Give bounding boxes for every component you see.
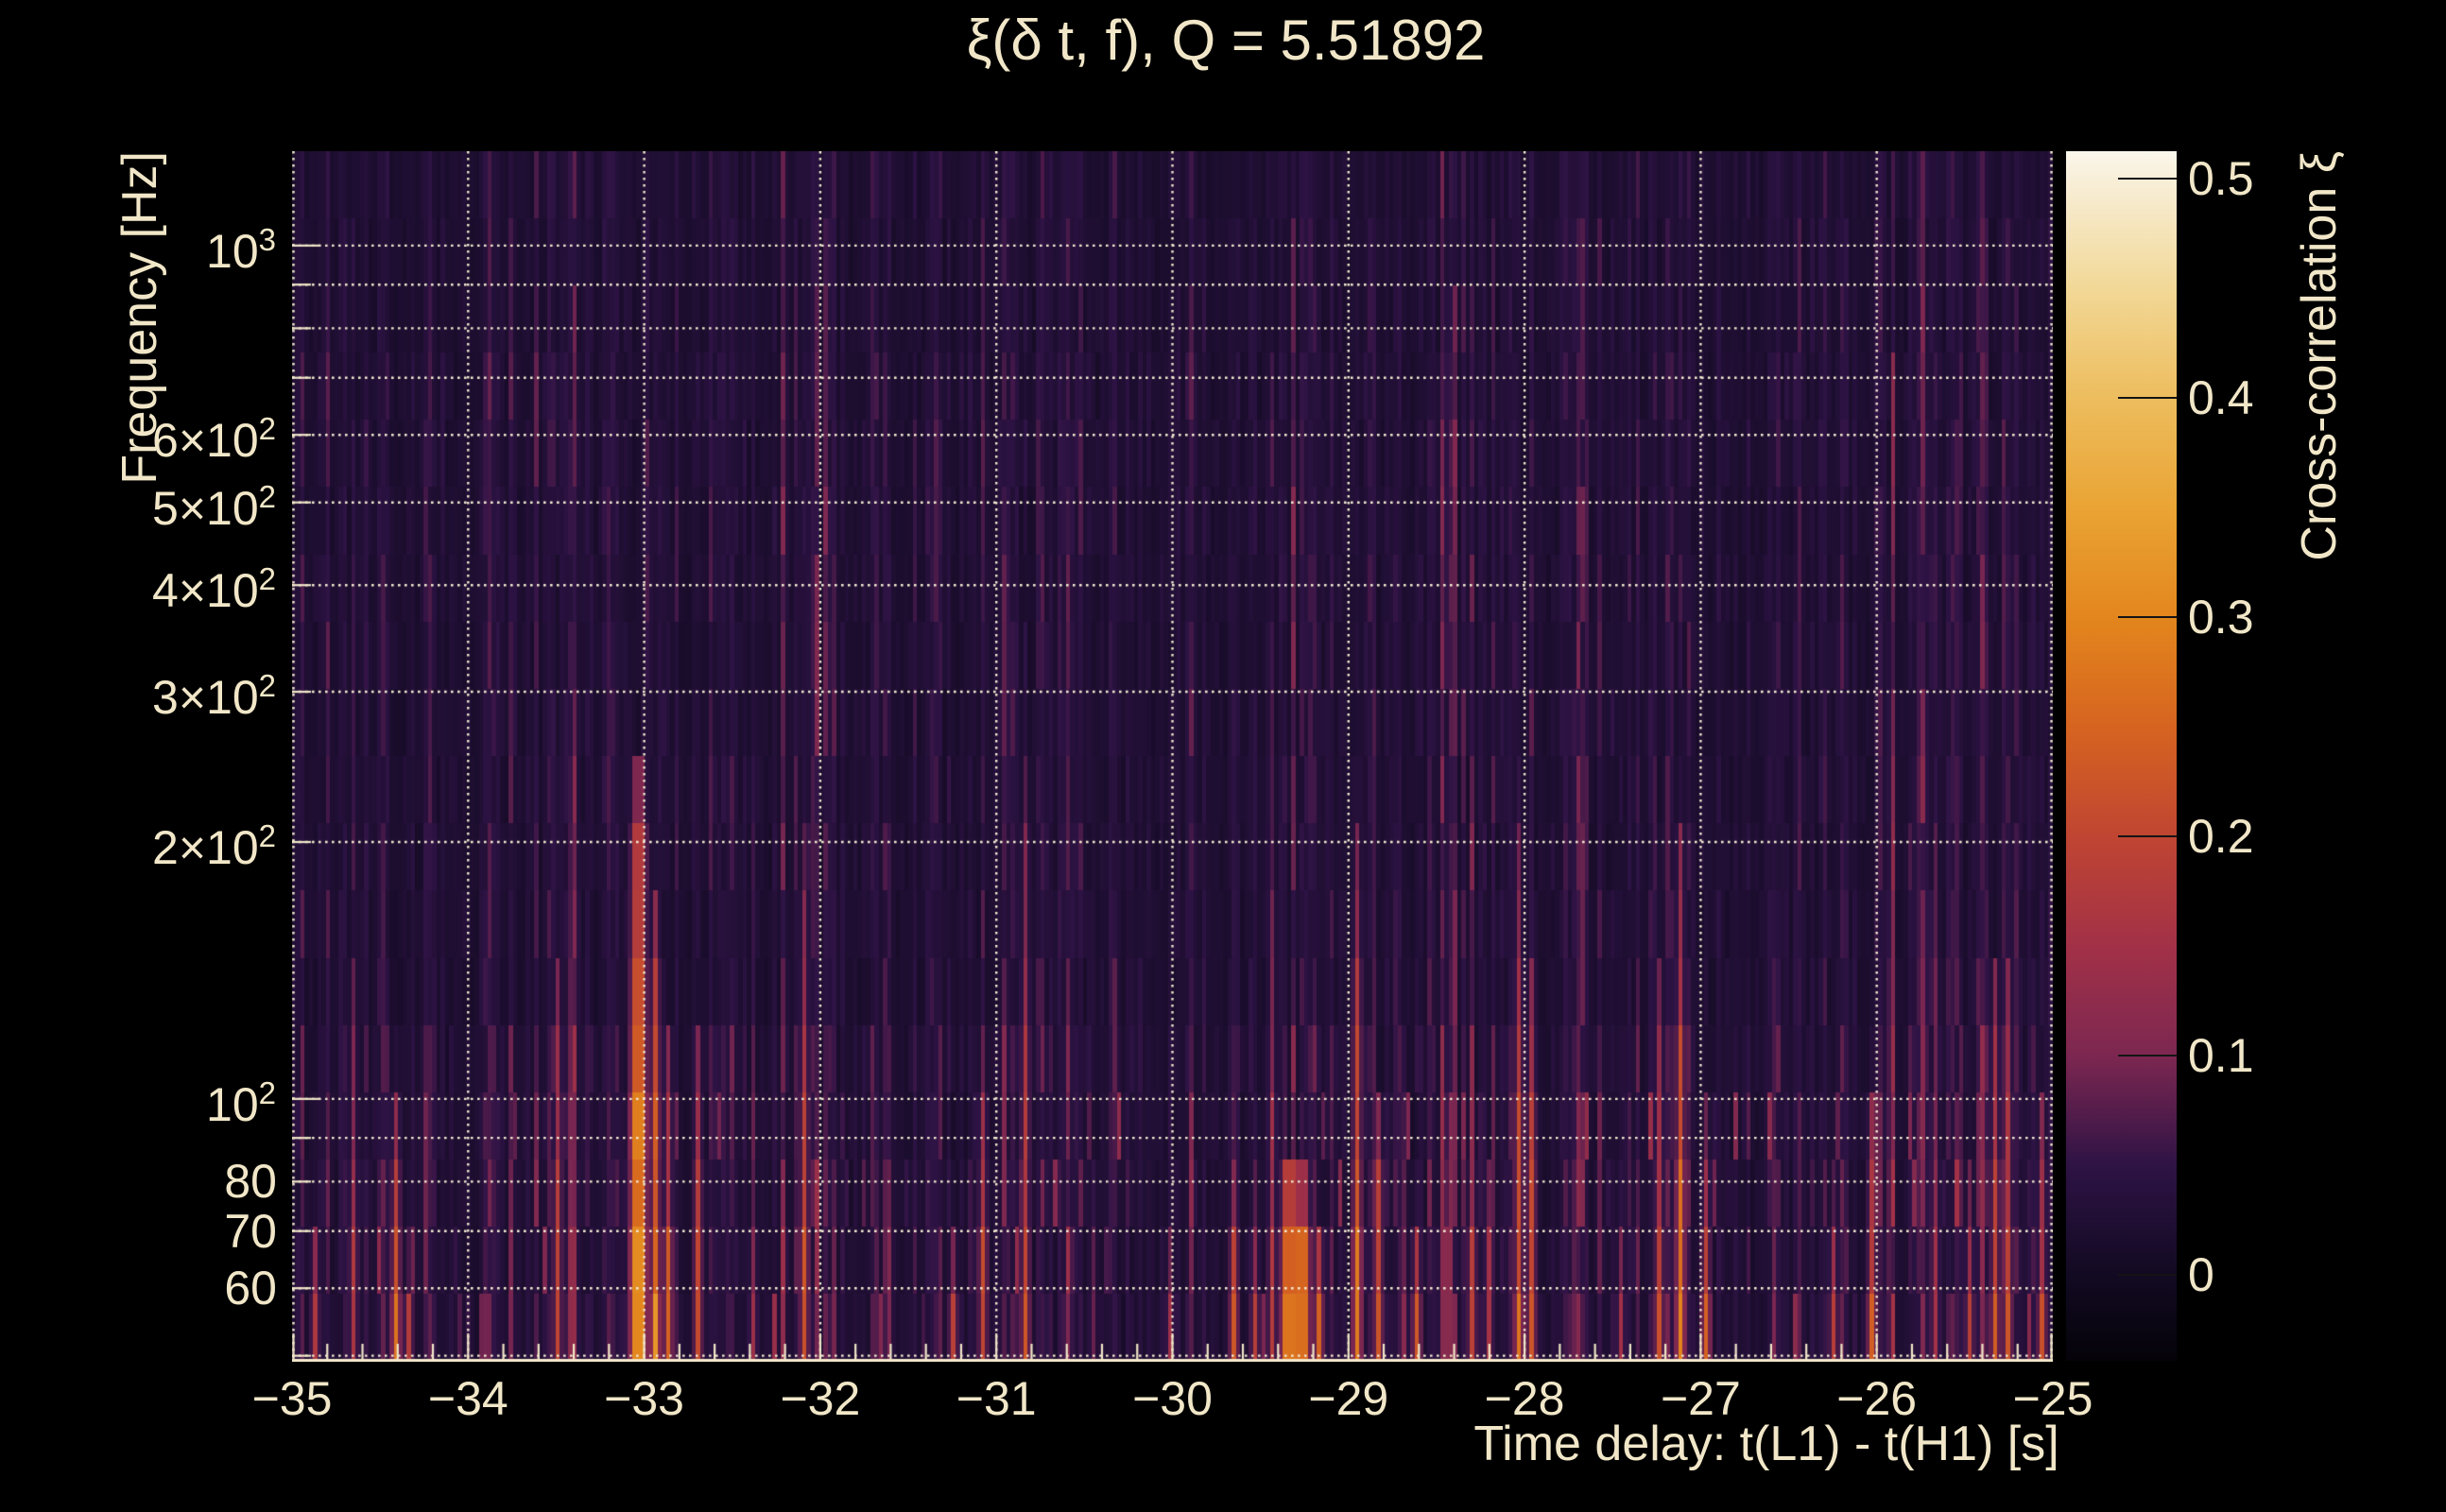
- x-axis-title: Time delay: t(L1) - t(H1) [s]: [1473, 1417, 2059, 1471]
- x-tick-label: −33: [604, 1372, 685, 1425]
- colorbar-tick-label: 0.4: [2188, 371, 2254, 425]
- y-tick-label: 80: [224, 1155, 277, 1209]
- colorbar-tick-mark: [2118, 835, 2177, 838]
- y-tick-label: 2×102: [152, 818, 277, 875]
- colorbar-tick-label: 0.5: [2188, 152, 2254, 205]
- colorbar-tick-label: 0.1: [2188, 1029, 2254, 1083]
- x-tick-label: −32: [780, 1372, 861, 1425]
- x-tick-label: −34: [427, 1372, 508, 1425]
- x-tick-label: −30: [1132, 1372, 1213, 1425]
- colorbar-tick-label: 0.2: [2188, 810, 2254, 864]
- colorbar-tick-label: 0: [2188, 1248, 2214, 1302]
- colorbar-tick-mark: [2118, 178, 2177, 180]
- figure: ξ(δ t, f), Q = 5.51892 −35 −34 −33 −32 −31 −3…: [0, 0, 2446, 1512]
- y-tick-label: 70: [224, 1204, 277, 1258]
- colorbar-tick-mark: [2118, 1055, 2177, 1057]
- y-axis-title: Frequency [Hz]: [112, 151, 167, 485]
- colorbar-tick-label: 0.3: [2188, 591, 2254, 644]
- x-tick-label: −29: [1308, 1372, 1389, 1425]
- y-tick-label: 102: [206, 1074, 277, 1131]
- heatmap-canvas: [292, 151, 2053, 1362]
- colorbar-tick-mark: [2118, 1274, 2177, 1277]
- colorbar-tick-mark: [2118, 397, 2177, 400]
- x-tick-label: −35: [251, 1372, 333, 1425]
- y-tick-label: 60: [224, 1262, 277, 1315]
- colorbar-title: Cross-correlation ξ: [2292, 151, 2347, 561]
- x-tick-label: −31: [956, 1372, 1037, 1425]
- colorbar-tick-mark: [2118, 616, 2177, 619]
- colorbar-gradient: [2066, 151, 2177, 1361]
- plot-title: ξ(δ t, f), Q = 5.51892: [966, 9, 1486, 72]
